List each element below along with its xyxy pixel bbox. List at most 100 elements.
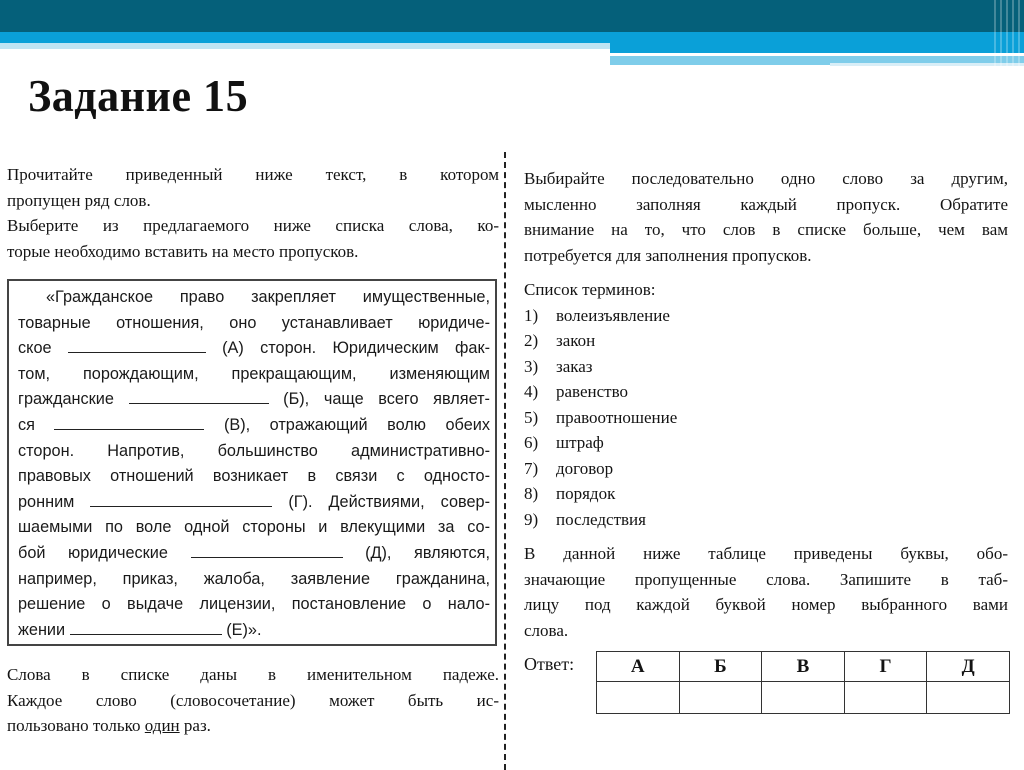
header-bar-blue: [0, 32, 1024, 43]
passage-fragment: бой юридические: [18, 543, 168, 562]
term-number: 7): [524, 458, 539, 478]
instruction-line: пропущен ряд слов.: [7, 190, 151, 210]
term-item: 4) равенство: [524, 379, 1008, 405]
term-number: 8): [524, 484, 539, 503]
term-item: 1) волеизъявление: [524, 303, 1008, 329]
header-bar-blue-right: [610, 43, 1024, 53]
term-text: штраф: [556, 433, 604, 452]
term-item: 5) правоотношение: [524, 405, 1008, 431]
instruction-line: торые необходимо вставить на место пропу…: [7, 241, 359, 261]
blank-g: [90, 492, 273, 507]
instructions-right: Выбирайте последовательно одно слово за …: [524, 166, 1008, 268]
passage-fragment: (Д), являются,: [365, 543, 491, 562]
passage-line: ся (В), отражающий волю обеих: [18, 413, 490, 439]
term-number: 5): [524, 407, 539, 427]
instruction-line: потребуется для заполнения пропусков.: [524, 245, 812, 265]
passage-fragment: (В), отражающий волю обеих: [223, 415, 490, 434]
note-line: пользовано только один раз.: [7, 713, 499, 739]
answer-header-g: Г: [843, 651, 928, 682]
header-stripes: [994, 0, 1024, 66]
terms-title: Список терминов:: [524, 280, 656, 299]
passage-line: жении (Е)».: [18, 618, 490, 644]
blank-b: [128, 389, 269, 405]
note-fragment: пользовано только: [7, 716, 141, 735]
passage-line: правовых отношений возникает в связи с о…: [18, 467, 490, 486]
term-text: договор: [556, 458, 614, 478]
instruction-line: Прочитайте приведенный ниже текст, в кот…: [7, 165, 499, 184]
slide-title: Задание 15: [28, 71, 249, 121]
passage-line: сторон. Напротив, большинство администра…: [18, 441, 490, 460]
blank-e: [69, 620, 222, 635]
column-divider: [504, 152, 506, 770]
passage-fragment: (Е)».: [226, 620, 262, 639]
passage-line: товарные отношения, оно устанавливает юр…: [18, 313, 490, 332]
term-number: 6): [524, 433, 539, 452]
instruction-line: внимание на то, что слов в списке больше…: [524, 220, 1008, 239]
note-fragment: раз.: [183, 716, 211, 735]
term-text: порядок: [556, 484, 616, 503]
passage-line: ское (А) сторон. Юридическим фак-: [18, 336, 490, 362]
instruction-line: Выберите из предлагаемого ниже списка сл…: [7, 216, 499, 235]
passage-line: том, порождающим, прекращающим, изменяющ…: [18, 364, 490, 383]
instruction-line: В данной ниже таблице приведены буквы, о…: [524, 544, 1008, 563]
passage-line: ронним (Г). Действиями, совер-: [18, 490, 490, 516]
passage-line: гражданские (Б), чаще всего являет-: [18, 387, 490, 413]
instructions-left: Прочитайте приведенный ниже текст, в кот…: [7, 162, 499, 264]
answer-cell-d[interactable]: [926, 681, 1010, 714]
answer-table: А Б В Г Д: [596, 651, 1010, 714]
term-number: 1): [524, 305, 539, 325]
answer-header-a: А: [596, 651, 680, 682]
answer-header-row: А Б В Г Д: [596, 651, 1010, 682]
instruction-line: слова.: [524, 620, 569, 640]
table-instructions: В данной ниже таблице приведены буквы, о…: [524, 541, 1008, 643]
passage-line: например, приказ, жалоба, заявление граж…: [18, 569, 490, 588]
note-left: Слова в списке даны в именительном падеж…: [7, 662, 499, 739]
passage-fragment: жении: [18, 620, 66, 639]
term-item: 9) последствия: [524, 507, 1008, 533]
answer-header-v: В: [761, 651, 845, 682]
terms-section: Список терминов: 1) волеизъявление 2) зако…: [524, 277, 1008, 532]
term-text: заказ: [556, 356, 593, 376]
blank-a: [67, 338, 206, 354]
instruction-line: Выбирайте последовательно одно слово за …: [524, 169, 1008, 188]
answer-header-b: Б: [678, 651, 763, 682]
term-number: 9): [524, 509, 539, 529]
passage-line: решение о выдаче лицензии, постановление…: [18, 595, 490, 614]
term-item: 2) закон: [524, 328, 1008, 354]
passage-fragment: (А) сторон. Юридическим фак-: [222, 339, 490, 358]
answer-cell-v[interactable]: [761, 681, 845, 714]
passage-text: «Гражданское право закрепляет имуществен…: [18, 285, 490, 643]
header-bar-dark: [0, 0, 1024, 32]
instruction-line: лицу под каждой буквой номер выбранного …: [524, 595, 1008, 614]
term-item: 7) договор: [524, 456, 1008, 482]
term-text: волеизъявление: [556, 305, 670, 325]
passage-fragment: ское: [18, 339, 52, 358]
passage-fragment: ся: [18, 415, 35, 434]
passage-fragment: гражданские: [18, 390, 114, 409]
term-item: 8) порядок: [524, 481, 1008, 507]
passage-fragment: (Г). Действиями, совер-: [288, 492, 491, 511]
answer-cell-a[interactable]: [596, 681, 680, 714]
answer-cell-b[interactable]: [678, 681, 763, 714]
term-number: 2): [524, 331, 539, 350]
blank-v: [54, 415, 205, 430]
passage-fragment: ронним: [18, 492, 75, 511]
terms-list: 1) волеизъявление 2) закон 3) заказ 4) равен…: [524, 303, 1008, 533]
term-number: 4): [524, 382, 539, 401]
term-text: закон: [556, 331, 596, 350]
term-item: 6) штраф: [524, 430, 1008, 456]
answer-cell-g[interactable]: [843, 681, 928, 714]
term-item: 3) заказ: [524, 354, 1008, 380]
passage-line: «Гражданское право закрепляет имуществен…: [46, 288, 490, 306]
passage-fragment: (Б), чаще всего являет-: [283, 390, 490, 409]
note-line: Каждое слово (словосочетание) может быть…: [7, 690, 499, 710]
note-underlined-word: один: [144, 716, 180, 735]
note-line: Слова в списке даны в именительном падеж…: [7, 665, 499, 684]
blank-d: [190, 543, 343, 558]
term-text: последствия: [556, 509, 646, 529]
answer-header-d: Д: [926, 651, 1010, 682]
term-number: 3): [524, 356, 539, 376]
term-text: правоотношение: [556, 407, 678, 427]
passage-line: шаемыми по воле одной стороны и влекущим…: [18, 518, 490, 537]
instruction-line: мысленно заполняя каждый пропуск. Обрати…: [524, 194, 1008, 214]
